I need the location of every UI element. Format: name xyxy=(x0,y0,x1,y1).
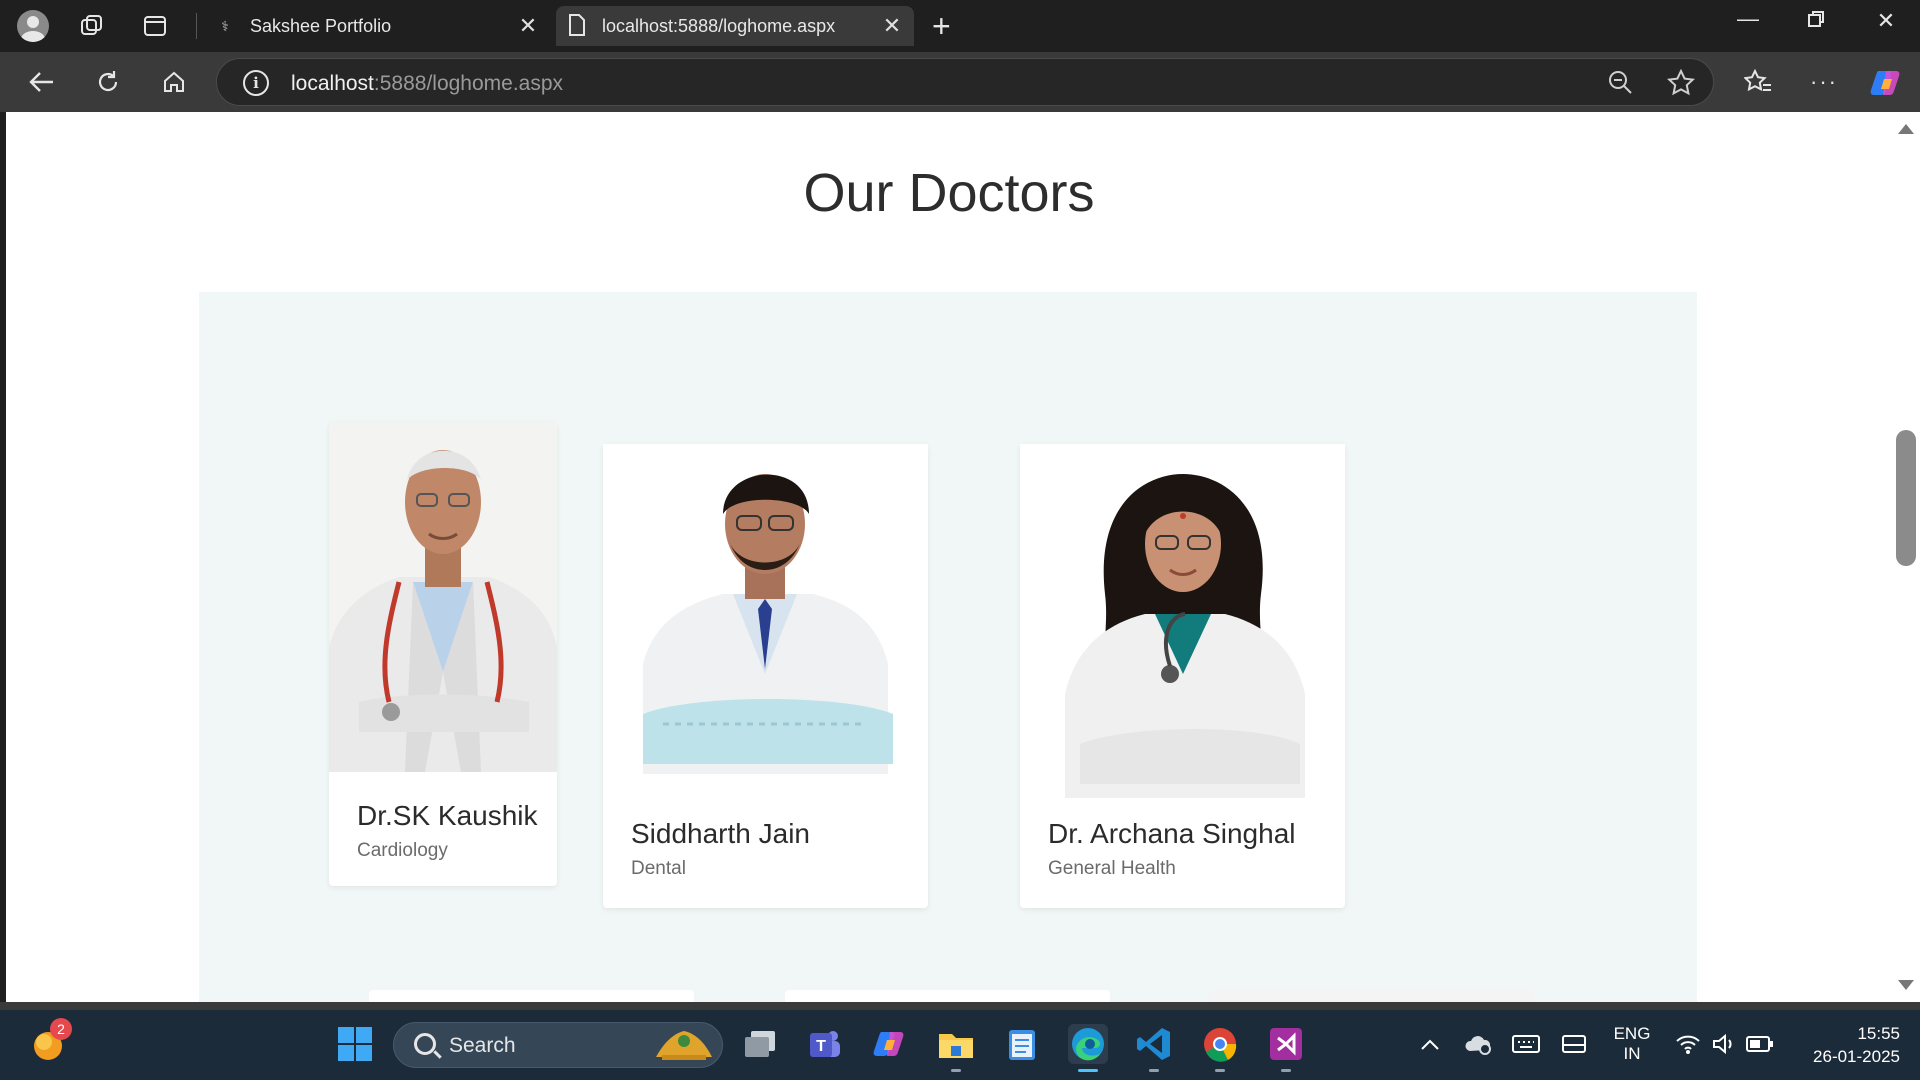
back-icon[interactable] xyxy=(24,66,60,98)
taskbar: 2 Search T ENG IN 15:55 26-01-2025 xyxy=(0,1010,1920,1080)
tab-label: Sakshee Portfolio xyxy=(250,15,392,36)
running-indicator xyxy=(951,1069,961,1072)
svg-text:T: T xyxy=(816,1038,826,1055)
browser-title-bar: ⚕ Sakshee Portfolio ✕ localhost:5888/log… xyxy=(0,0,1920,52)
doctor-card-partial xyxy=(369,990,694,1002)
doctor-specialty: General Health xyxy=(1048,858,1176,879)
volume-icon[interactable] xyxy=(1704,1024,1744,1064)
active-indicator xyxy=(1078,1069,1098,1072)
clock-date: 26-01-2025 xyxy=(1813,1047,1900,1066)
vscode-icon[interactable] xyxy=(1134,1024,1174,1072)
running-indicator xyxy=(1215,1069,1225,1072)
running-indicator xyxy=(1149,1069,1159,1072)
doctor-specialty: Cardiology xyxy=(357,840,448,861)
doctors-section: Dr.SK Kaushik Cardiology Siddharth Jain … xyxy=(199,292,1697,1002)
address-url[interactable]: localhost:5888/loghome.aspx xyxy=(291,72,563,96)
close-window-icon[interactable]: ✕ xyxy=(1856,8,1916,34)
page-icon xyxy=(566,13,588,39)
doctor-card[interactable]: Dr. Archana Singhal General Health xyxy=(1020,444,1345,908)
navigation-bar: i localhost:5888/loghome.aspx ··· xyxy=(0,52,1920,112)
doctor-card[interactable]: Siddharth Jain Dental xyxy=(603,444,928,908)
tablet-mode-icon[interactable] xyxy=(1554,1024,1594,1064)
battery-icon[interactable] xyxy=(1740,1024,1780,1064)
teams-icon[interactable]: T xyxy=(804,1024,844,1064)
show-hidden-icons-chevron-icon[interactable] xyxy=(1410,1024,1450,1064)
profile-avatar-icon[interactable] xyxy=(17,10,49,42)
favorites-icon[interactable] xyxy=(1740,66,1776,98)
copilot-icon[interactable] xyxy=(1868,66,1904,98)
scroll-up-icon[interactable] xyxy=(1898,124,1914,134)
home-icon[interactable] xyxy=(156,66,192,98)
doctor-name: Siddharth Jain xyxy=(631,818,811,849)
language-code: ENG xyxy=(1613,1024,1651,1043)
minimize-icon[interactable]: — xyxy=(1718,6,1778,32)
doctor-card-partial xyxy=(1209,990,1534,1002)
copilot-app-icon[interactable] xyxy=(870,1024,910,1064)
search-highlight-icon xyxy=(656,1031,712,1060)
keyboard-icon[interactable] xyxy=(1506,1024,1546,1064)
wifi-icon[interactable] xyxy=(1668,1024,1708,1064)
site-info-icon[interactable]: i xyxy=(243,70,269,96)
doctor-photo xyxy=(329,422,557,772)
task-view-icon[interactable] xyxy=(740,1024,780,1064)
doctor-photo xyxy=(1020,444,1345,798)
widgets-icon[interactable]: 2 xyxy=(28,1018,72,1064)
zoom-out-icon[interactable] xyxy=(1607,69,1633,102)
tab-sakshee-portfolio[interactable]: ⚕ Sakshee Portfolio ✕ xyxy=(204,6,550,46)
clock-time: 15:55 xyxy=(1857,1024,1900,1043)
doctor-photo xyxy=(603,444,928,774)
doctor-name: Dr.SK Kaushik xyxy=(357,800,538,831)
window-bottom-border xyxy=(0,1002,1920,1010)
visual-studio-icon[interactable] xyxy=(1266,1024,1306,1072)
page-heading: Our Doctors xyxy=(803,163,1095,223)
taskbar-search[interactable]: Search xyxy=(393,1022,723,1068)
doctor-name: Dr. Archana Singhal xyxy=(1048,818,1296,849)
tab-label: localhost:5888/loghome.aspx xyxy=(602,15,836,36)
system-clock[interactable]: 15:55 26-01-2025 xyxy=(1790,1022,1900,1068)
scroll-down-icon[interactable] xyxy=(1898,980,1914,990)
new-tab-icon[interactable]: + xyxy=(932,8,951,45)
scrollbar-thumb[interactable] xyxy=(1896,430,1916,566)
onedrive-icon[interactable] xyxy=(1458,1024,1498,1064)
region-code: IN xyxy=(1623,1044,1641,1063)
doctor-card[interactable]: Dr.SK Kaushik Cardiology xyxy=(329,422,557,886)
doctor-card-partial xyxy=(785,990,1110,1002)
tab-loghome[interactable]: localhost:5888/loghome.aspx ✕ xyxy=(556,6,914,46)
notepad-icon[interactable] xyxy=(1002,1024,1042,1064)
address-bar[interactable]: i localhost:5888/loghome.aspx xyxy=(216,58,1714,106)
favorite-star-icon[interactable] xyxy=(1666,68,1696,104)
close-tab-icon[interactable]: ✕ xyxy=(514,13,542,39)
more-options-icon[interactable]: ··· xyxy=(1806,66,1842,98)
page-viewport: Our Doctors Dr.SK Kaushik Cardiology Sid… xyxy=(6,112,1892,1002)
doctor-specialty: Dental xyxy=(631,858,686,879)
file-explorer-icon[interactable] xyxy=(936,1024,976,1072)
restore-icon[interactable] xyxy=(1786,8,1846,34)
running-indicator xyxy=(1281,1069,1291,1072)
language-indicator[interactable]: ENG IN xyxy=(1604,1024,1660,1064)
page-scrollbar[interactable] xyxy=(1892,112,1920,1002)
widgets-badge: 2 xyxy=(50,1018,72,1040)
chrome-icon[interactable] xyxy=(1200,1024,1240,1072)
titlebar-separator xyxy=(196,13,197,39)
search-label: Search xyxy=(449,1034,516,1057)
tab-favicon-icon: ⚕ xyxy=(221,17,229,34)
refresh-icon[interactable] xyxy=(90,66,126,98)
workspaces-icon[interactable] xyxy=(76,10,108,42)
start-windows-icon[interactable] xyxy=(335,1024,375,1064)
close-tab-icon[interactable]: ✕ xyxy=(878,13,906,39)
tab-actions-icon[interactable] xyxy=(139,10,171,42)
search-icon xyxy=(414,1033,436,1055)
edge-browser-icon[interactable] xyxy=(1068,1024,1108,1072)
